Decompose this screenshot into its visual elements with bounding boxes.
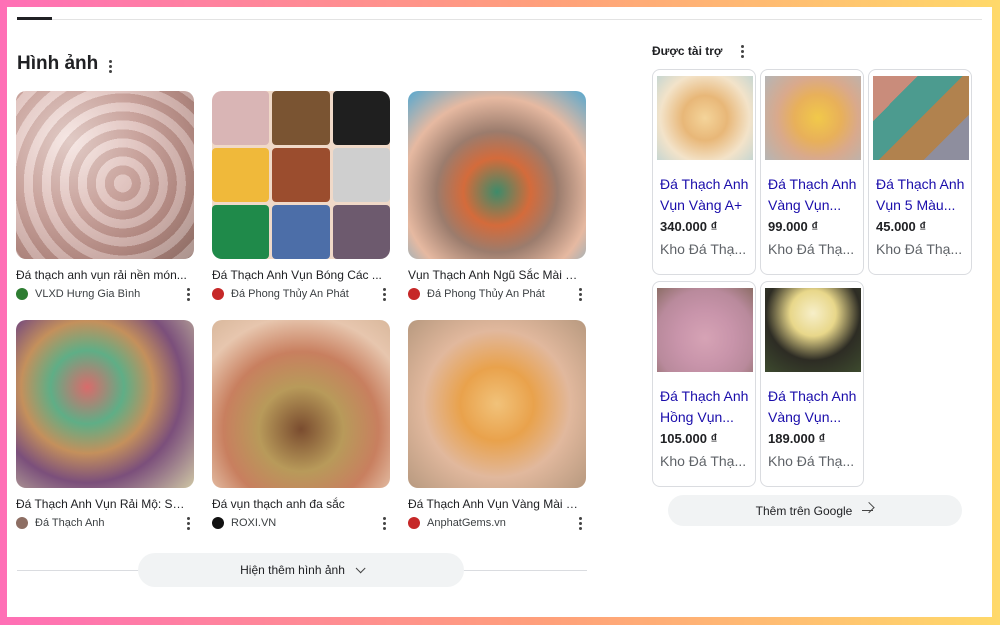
image-source: VLXD Hưng Gia Bình (16, 287, 194, 301)
source-favicon-icon (16, 288, 28, 300)
sponsored-product-card[interactable]: Đá Thạch Anh Vụn 5 Màu... 45.000 ₫ Kho Đ… (868, 69, 972, 275)
sponsored-product-card[interactable]: Đá Thạch Anh Vàng Vụn... 189.000 ₫ Kho Đ… (760, 281, 864, 487)
image-thumbnail[interactable] (16, 91, 194, 259)
more-vert-icon[interactable] (182, 515, 194, 531)
product-seller: Kho Đá Thạ... (768, 241, 855, 257)
source-name: Đá Phong Thủy An Phát (231, 288, 349, 300)
source-favicon-icon (16, 517, 28, 529)
source-name: VLXD Hưng Gia Bình (35, 288, 141, 300)
more-on-google-button[interactable]: Thêm trên Google (668, 495, 962, 526)
product-image[interactable] (765, 288, 861, 372)
product-image[interactable] (765, 76, 861, 160)
more-vert-icon[interactable] (574, 515, 586, 531)
source-name: AnphatGems.vn (427, 517, 506, 529)
image-source: AnphatGems.vn (408, 516, 586, 530)
image-thumbnail[interactable] (408, 91, 586, 259)
sponsored-title: Được tài trợ (652, 44, 723, 58)
product-price: 45.000 ₫ (876, 219, 927, 234)
sponsored-product-card[interactable]: Đá Thạch Anh Vụn Vàng A+ 340.000 ₫ Kho Đ… (652, 69, 756, 275)
product-image[interactable] (657, 288, 753, 372)
source-name: Đá Phong Thủy An Phát (427, 288, 545, 300)
image-result-card[interactable]: Đá thạch anh vụn rải nền món... VLXD Hưn… (16, 91, 194, 301)
more-vert-icon[interactable] (736, 43, 748, 59)
source-favicon-icon (212, 288, 224, 300)
image-result-card[interactable]: Đá Thạch Anh Vụn Rải Mộ: Sức... Đá Thạch… (16, 320, 194, 530)
sponsored-product-card[interactable]: Đá Thạch Anh Hồng Vụn... 105.000 ₫ Kho Đ… (652, 281, 756, 487)
source-name: Đá Thạch Anh (35, 517, 105, 529)
product-seller: Kho Đá Thạ... (768, 453, 855, 469)
image-source: Đá Phong Thủy An Phát (408, 287, 586, 301)
product-name[interactable]: Đá Thạch Anh Vụn 5 Màu... (876, 174, 968, 216)
more-vert-icon[interactable] (182, 286, 194, 302)
product-image[interactable] (657, 76, 753, 160)
show-more-images-label: Hiện thêm hình ảnh (240, 563, 345, 577)
product-price: 189.000 ₫ (768, 431, 826, 446)
source-favicon-icon (408, 288, 420, 300)
source-name: ROXI.VN (231, 517, 277, 529)
product-name[interactable]: Đá Thạch Anh Vụn Vàng A+ (660, 174, 752, 216)
more-vert-icon[interactable] (378, 515, 390, 531)
sponsored-product-card[interactable]: Đá Thạch Anh Vàng Vụn... 99.000 ₫ Kho Đá… (760, 69, 864, 275)
search-results-page: Hình ảnh Đá thạch anh vụn rải nền món...… (7, 7, 992, 617)
more-vert-icon[interactable] (574, 286, 586, 302)
image-source: ROXI.VN (212, 516, 390, 530)
images-section-title: Hình ảnh (17, 53, 99, 74)
more-vert-icon[interactable] (104, 58, 116, 74)
image-thumbnail[interactable] (212, 91, 390, 259)
product-price: 340.000 ₫ (660, 219, 718, 234)
arrow-right-icon (862, 506, 874, 516)
product-price: 105.000 ₫ (660, 431, 718, 446)
image-thumbnail[interactable] (212, 320, 390, 488)
image-thumbnail[interactable] (16, 320, 194, 488)
image-caption[interactable]: Đá vụn thạch anh đa sắc (212, 497, 384, 511)
product-name[interactable]: Đá Thạch Anh Vàng Vụn... (768, 386, 860, 428)
image-source: Đá Thạch Anh (16, 516, 194, 530)
image-caption[interactable]: Đá thạch anh vụn rải nền món... (16, 268, 188, 282)
image-result-card[interactable]: Đá Thạch Anh Vụn Bóng Các ... Đá Phong T… (212, 91, 390, 301)
image-caption[interactable]: Đá Thạch Anh Vụn Bóng Các ... (212, 268, 384, 282)
product-seller: Kho Đá Thạ... (876, 241, 963, 257)
more-vert-icon[interactable] (378, 286, 390, 302)
source-favicon-icon (212, 517, 224, 529)
image-caption[interactable]: Đá Thạch Anh Vụn Rải Mộ: Sức... (16, 497, 188, 511)
image-caption[interactable]: Vụn Thạch Anh Ngũ Sắc Mài B... (408, 268, 580, 282)
product-seller: Kho Đá Thạ... (660, 241, 747, 257)
show-more-images-button[interactable]: Hiện thêm hình ảnh (138, 553, 464, 587)
source-favicon-icon (408, 517, 420, 529)
product-name[interactable]: Đá Thạch Anh Hồng Vụn... (660, 386, 752, 428)
image-thumbnail[interactable] (408, 320, 586, 488)
image-source: Đá Phong Thủy An Phát (212, 287, 390, 301)
more-on-google-label: Thêm trên Google (755, 503, 853, 518)
product-price: 99.000 ₫ (768, 219, 819, 234)
tab-divider (17, 19, 982, 20)
product-seller: Kho Đá Thạ... (660, 453, 747, 469)
chevron-down-icon (355, 562, 366, 573)
product-image[interactable] (873, 76, 969, 160)
image-result-card[interactable]: Đá Thạch Anh Vụn Vàng Mài B... AnphatGem… (408, 320, 586, 530)
image-result-card[interactable]: Vụn Thạch Anh Ngũ Sắc Mài B... Đá Phong … (408, 91, 586, 301)
image-result-card[interactable]: Đá vụn thạch anh đa sắc ROXI.VN (212, 320, 390, 530)
product-name[interactable]: Đá Thạch Anh Vàng Vụn... (768, 174, 860, 216)
image-caption[interactable]: Đá Thạch Anh Vụn Vàng Mài B... (408, 497, 580, 511)
active-tab-indicator (17, 17, 52, 20)
